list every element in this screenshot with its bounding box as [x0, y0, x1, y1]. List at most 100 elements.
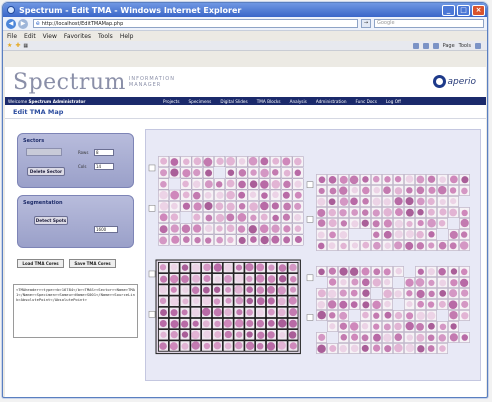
tissue-core: [427, 322, 435, 330]
tma-core-grid[interactable]: [146, 130, 482, 382]
delete-sector-button[interactable]: Delete Sector: [27, 167, 65, 176]
tissue-core: [171, 235, 180, 244]
tissue-core: [417, 268, 424, 275]
tissue-core: [439, 345, 446, 352]
tissue-core: [226, 156, 235, 166]
tissue-core: [362, 311, 369, 319]
feeds-icon[interactable]: [422, 42, 429, 49]
tissue-core: [160, 180, 167, 188]
sector-handle[interactable]: [148, 311, 156, 318]
tissue-core: [246, 275, 253, 283]
tissue-core: [170, 297, 179, 306]
menu-edit[interactable]: Edit: [24, 33, 36, 40]
search-input[interactable]: Google: [374, 19, 484, 28]
sector-handle[interactable]: [306, 216, 314, 223]
tissue-core: [351, 242, 359, 249]
tissue-core: [405, 230, 414, 239]
tools-menu[interactable]: Tools: [459, 43, 471, 49]
sector-top-left[interactable]: [148, 156, 304, 246]
tissue-core: [226, 213, 235, 222]
tissue-core: [415, 278, 425, 287]
rows-input[interactable]: 8: [94, 149, 114, 156]
menu-tools[interactable]: Tools: [98, 33, 113, 40]
threshold-input[interactable]: 1600: [94, 226, 118, 233]
sector-handle[interactable]: [148, 270, 156, 278]
tissue-core: [202, 320, 210, 328]
tissue-core: [271, 235, 280, 244]
sector-top-right[interactable]: [306, 174, 470, 251]
sector-handle[interactable]: [306, 181, 314, 188]
detect-spots-button[interactable]: Detect Spots: [34, 216, 68, 225]
save-tma-cores-button[interactable]: Save TMA Cores: [69, 259, 116, 268]
tissue-core: [437, 185, 447, 195]
tissue-core: [318, 268, 325, 276]
tissue-core: [272, 169, 279, 176]
tissue-core: [238, 180, 246, 189]
nav-tma-blocks[interactable]: TMA Blocks: [257, 99, 281, 104]
sector-bottom-right[interactable]: [306, 266, 470, 354]
tissue-core: [438, 300, 446, 308]
nav-administration[interactable]: Administration: [316, 99, 347, 104]
maximize-button[interactable]: □: [457, 4, 470, 16]
tissue-core: [245, 263, 254, 272]
tissue-core: [204, 201, 213, 211]
tissue-core: [234, 285, 243, 294]
sector-bottom-left[interactable]: [148, 259, 301, 355]
favorites-star-icon[interactable]: ★: [7, 42, 12, 49]
sector-handle[interactable]: [148, 164, 156, 172]
nav-analysis[interactable]: Analysis: [290, 99, 307, 104]
tissue-core: [394, 343, 403, 353]
nav-projects[interactable]: Projects: [163, 99, 180, 104]
tissue-core: [202, 307, 211, 317]
tissue-core: [170, 286, 177, 293]
menu-file[interactable]: File: [7, 33, 17, 40]
menu-view[interactable]: View: [43, 33, 57, 40]
tissue-core: [362, 176, 369, 183]
go-button[interactable]: →: [361, 19, 371, 28]
sector-handle[interactable]: [148, 205, 156, 212]
tissue-core: [318, 333, 326, 341]
address-field[interactable]: e http://localhost/EditTMAMap.php: [33, 19, 358, 28]
page-menu[interactable]: Page: [443, 43, 455, 49]
tissue-core: [350, 289, 358, 297]
tissue-core: [361, 278, 370, 287]
tma-map-canvas[interactable]: [145, 129, 481, 381]
tissue-core: [317, 242, 325, 250]
close-button[interactable]: ×: [472, 4, 485, 16]
menu-help[interactable]: Help: [120, 33, 134, 40]
current-tab-icon[interactable]: ▦: [23, 43, 28, 49]
add-favorite-icon[interactable]: ✚: [15, 42, 20, 49]
nav-digital-slides[interactable]: Digital Slides: [220, 99, 247, 104]
tissue-core: [272, 214, 279, 222]
cols-input[interactable]: 14: [94, 163, 114, 170]
load-tma-cores-button[interactable]: Load TMA Cores: [17, 259, 64, 268]
minimize-button[interactable]: _: [442, 4, 455, 16]
tissue-core: [238, 203, 246, 210]
xml-output-textarea[interactable]: <TMAheader><type><b>16784</b><TMAS><Sect…: [13, 284, 138, 338]
tissue-core: [238, 158, 246, 165]
menu-favorites[interactable]: Favorites: [64, 33, 91, 40]
forward-button[interactable]: ▶: [18, 18, 28, 29]
sector-name-bar[interactable]: [26, 148, 62, 156]
tissue-core: [439, 323, 447, 331]
tissue-core: [288, 331, 297, 339]
tissue-core: [260, 168, 269, 178]
nav-log-off[interactable]: Log Off: [386, 99, 401, 104]
tissue-core: [328, 176, 337, 184]
nav-specimens[interactable]: Specimens: [189, 99, 212, 104]
nav-func-docs[interactable]: Func Docs: [356, 99, 377, 104]
help-icon[interactable]: [475, 42, 481, 49]
print-icon[interactable]: [432, 42, 439, 49]
tissue-core: [246, 331, 253, 338]
tissue-core: [224, 330, 232, 339]
sector-handle[interactable]: [306, 274, 314, 282]
home-icon[interactable]: [412, 42, 419, 49]
tissue-core: [362, 209, 369, 216]
sector-handle[interactable]: [306, 314, 314, 321]
tissue-core: [159, 285, 167, 294]
tissue-core: [317, 344, 326, 354]
tissue-core: [394, 311, 403, 320]
sectors-title: Sectors: [23, 138, 45, 144]
back-button[interactable]: ◀: [6, 18, 16, 29]
tissue-core: [191, 341, 200, 350]
